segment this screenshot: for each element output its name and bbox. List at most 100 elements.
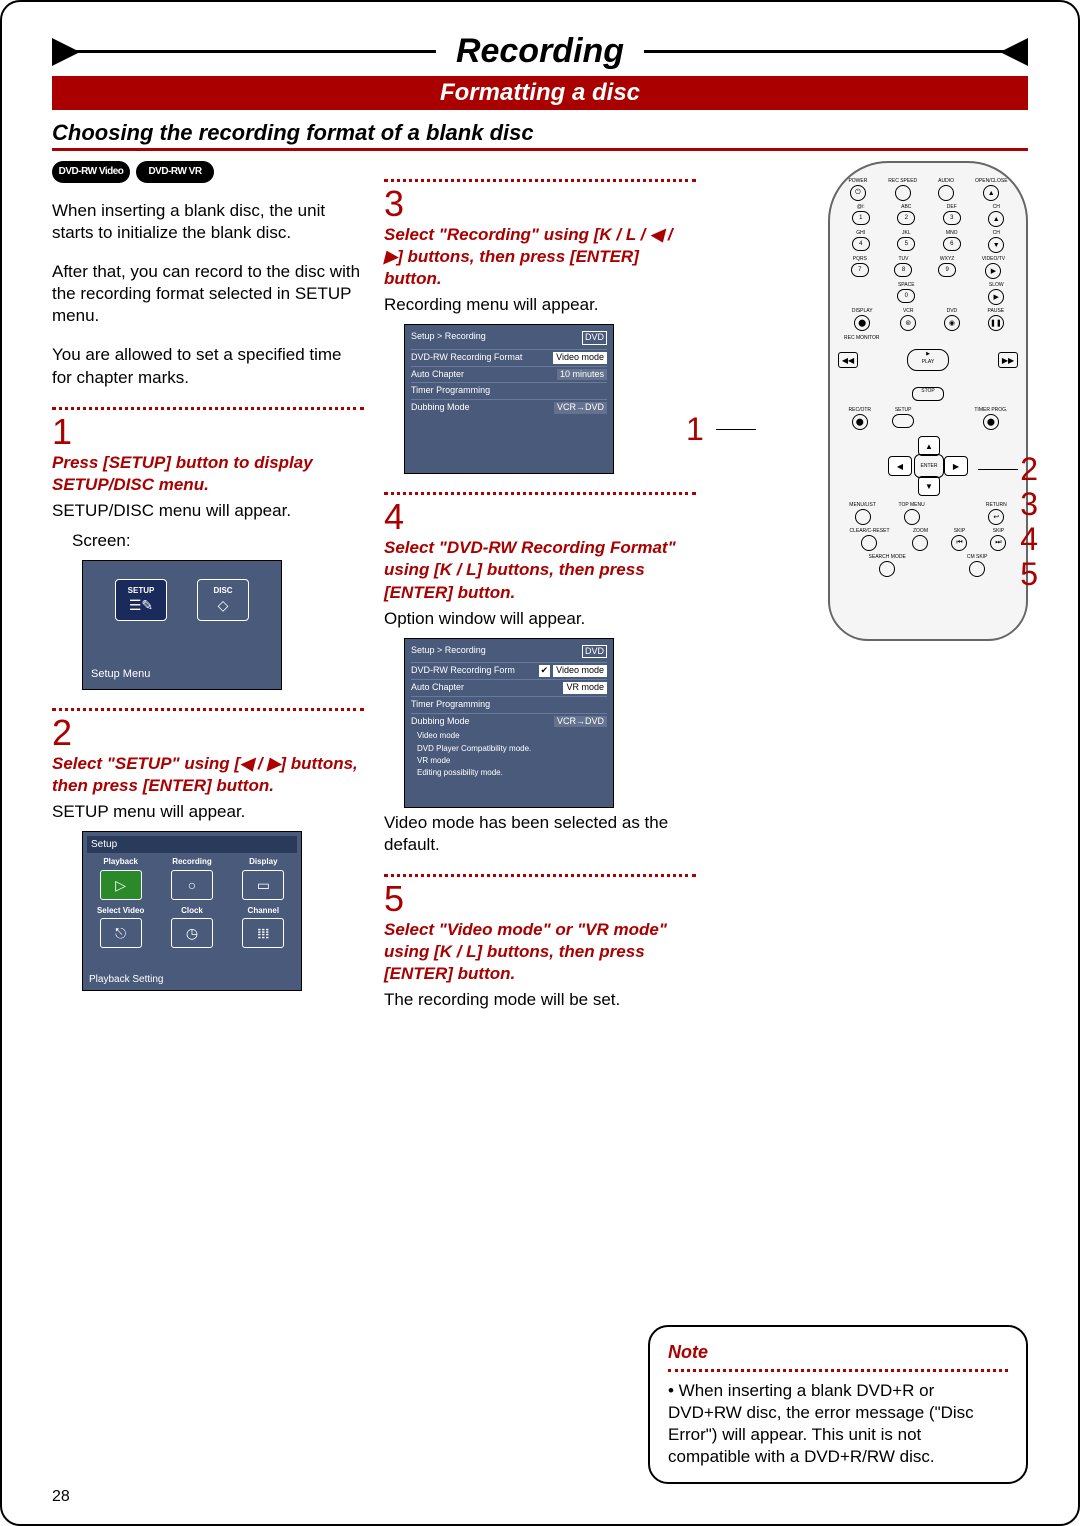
page-title: Recording bbox=[436, 32, 644, 71]
intro-p1: When inserting a blank disc, the unit st… bbox=[52, 200, 364, 244]
audio-button[interactable]: AUDIO bbox=[938, 178, 954, 201]
dvd-button[interactable]: DVD◉ bbox=[944, 308, 960, 331]
cell-select-video: Select Video bbox=[87, 906, 154, 916]
disc-icon: DISC ◇ bbox=[197, 579, 249, 621]
rec2-hdr: Setup > Recording bbox=[411, 645, 486, 659]
step-4-number: 4 bbox=[384, 499, 696, 535]
dpad-down[interactable]: ▼ bbox=[918, 476, 940, 496]
search-mode-button[interactable]: SEARCH MODE bbox=[869, 554, 906, 577]
slow-button[interactable]: SLOW▶ bbox=[988, 282, 1004, 305]
dotted-rule bbox=[668, 1369, 1008, 1372]
dpad-right[interactable]: ▶ bbox=[944, 456, 968, 476]
top-menu-button[interactable]: TOP MENU bbox=[899, 502, 925, 525]
display-button[interactable]: DISPLAY⬤ bbox=[852, 308, 873, 331]
dotted-rule bbox=[384, 492, 696, 495]
step-2-head: Select "SETUP" using [◀ / ▶] buttons, th… bbox=[52, 753, 364, 797]
dpad: ▲ ▼ ◀ ▶ ENTER bbox=[888, 436, 968, 496]
screenshot-setup-menu: Setup Playback▷ Recording○ Display▭ Sele… bbox=[82, 831, 302, 991]
intro-p2: After that, you can record to the disc w… bbox=[52, 261, 364, 327]
note-heading: Note bbox=[668, 1341, 1008, 1364]
callout-3: 3 bbox=[1020, 486, 1038, 523]
ff-button[interactable]: ▶▶ bbox=[998, 352, 1018, 368]
cell-recording: Recording bbox=[158, 857, 225, 867]
dpad-up[interactable]: ▲ bbox=[918, 436, 940, 456]
step-5-head: Select "Video mode" or "VR mode" using [… bbox=[384, 919, 696, 985]
page-number: 28 bbox=[52, 1488, 70, 1506]
timer-prog-button[interactable]: TIMER PROG.⬤ bbox=[974, 407, 1007, 430]
rec-hdr: Setup > Recording bbox=[411, 331, 486, 345]
key-1[interactable]: @/:1 bbox=[852, 204, 870, 227]
section-heading: Choosing the recording format of a blank… bbox=[52, 120, 1028, 151]
subtitle-bar: Formatting a disc bbox=[52, 76, 1028, 110]
cell-playback: Playback bbox=[87, 857, 154, 867]
arrow-right-icon bbox=[1000, 38, 1028, 66]
dotted-rule bbox=[384, 179, 696, 182]
dvd-rw-vr-badge: DVD-RW VR bbox=[136, 161, 214, 183]
key-6[interactable]: MNO6 bbox=[943, 230, 961, 253]
screenshot-recording-option: Setup > RecordingDVD DVD-RW Recording Fo… bbox=[404, 638, 614, 808]
step-4-body2: Video mode has been selected as the defa… bbox=[384, 812, 696, 856]
step-3-number: 3 bbox=[384, 186, 696, 222]
rec2-tag: DVD bbox=[582, 645, 607, 659]
screenshot-1-caption: Setup Menu bbox=[91, 667, 150, 681]
cm-skip-button[interactable]: CM SKIP bbox=[967, 554, 988, 577]
pause-button[interactable]: PAUSE❚❚ bbox=[988, 308, 1005, 331]
column-2: 3 Select "Recording" using [K / L / ◀ / … bbox=[384, 161, 696, 1019]
cell-channel: Channel bbox=[230, 906, 297, 916]
dotted-rule bbox=[52, 407, 364, 410]
dotted-rule bbox=[52, 708, 364, 711]
play-button[interactable]: ▶PLAY bbox=[907, 349, 949, 371]
step-2-number: 2 bbox=[52, 715, 364, 751]
menu-list-button[interactable]: MENU/LIST bbox=[849, 502, 876, 525]
return-button[interactable]: RETURN↩ bbox=[986, 502, 1007, 525]
setup-menu-header: Setup bbox=[87, 836, 297, 853]
video-tv-button[interactable]: VIDEO/TV▶ bbox=[982, 256, 1005, 279]
zoom-button[interactable]: ZOOM bbox=[912, 528, 928, 551]
clear-button[interactable]: CLEAR/C-RESET bbox=[849, 528, 889, 551]
step-5-number: 5 bbox=[384, 881, 696, 917]
key-5[interactable]: JKL5 bbox=[897, 230, 915, 253]
open-close-button[interactable]: OPEN/CLOSE▲ bbox=[975, 178, 1008, 201]
key-2[interactable]: ABC2 bbox=[897, 204, 915, 227]
screenshot-setup-disc: SETUP ☰✎ DISC ◇ Setup Menu bbox=[82, 560, 282, 690]
key-0[interactable]: SPACE0 bbox=[897, 282, 915, 305]
step-3-body: Recording menu will appear. bbox=[384, 294, 696, 316]
key-3[interactable]: DEF3 bbox=[943, 204, 961, 227]
rec-otr-button[interactable]: REC/OTR⬤ bbox=[849, 407, 872, 430]
setup-icon-label: SETUP bbox=[128, 586, 155, 596]
rec-monitor-label: REC MONITOR bbox=[844, 335, 1018, 341]
step-1-number: 1 bbox=[52, 414, 364, 450]
rec-speed-button[interactable]: REC SPEED bbox=[888, 178, 917, 201]
ch-up-button[interactable]: CH▲ bbox=[988, 204, 1004, 227]
vcr-button[interactable]: VCR⊚ bbox=[900, 308, 916, 331]
step-3-head: Select "Recording" using [K / L / ◀ / ▶]… bbox=[384, 224, 696, 290]
callout-2: 2 bbox=[1020, 451, 1038, 488]
key-9[interactable]: WXYZ9 bbox=[938, 256, 956, 279]
step-4-body: Option window will appear. bbox=[384, 608, 696, 630]
rew-button[interactable]: ◀◀ bbox=[838, 352, 858, 368]
note-text: • When inserting a blank DVD+R or DVD+RW… bbox=[668, 1380, 1008, 1468]
key-7[interactable]: PQRS7 bbox=[851, 256, 869, 279]
step-5-body: The recording mode will be set. bbox=[384, 989, 696, 1011]
enter-button[interactable]: ENTER bbox=[914, 454, 944, 478]
dvd-rw-video-badge: DVD-RW Video bbox=[52, 161, 130, 183]
power-button[interactable]: POWER⏻ bbox=[848, 178, 867, 201]
column-3: POWER⏻ REC SPEED AUDIO OPEN/CLOSE▲ @/:1 … bbox=[716, 161, 1028, 1019]
step-1-body: SETUP/DISC menu will appear. bbox=[52, 500, 364, 522]
skip-back-button[interactable]: SKIP⏮ bbox=[951, 528, 967, 551]
key-8[interactable]: TUV8 bbox=[894, 256, 912, 279]
dpad-left[interactable]: ◀ bbox=[888, 456, 912, 476]
setup-icon: SETUP ☰✎ bbox=[115, 579, 167, 621]
cell-clock: Clock bbox=[158, 906, 225, 916]
key-4[interactable]: GHI4 bbox=[852, 230, 870, 253]
cell-display: Display bbox=[230, 857, 297, 867]
remote-control-diagram: POWER⏻ REC SPEED AUDIO OPEN/CLOSE▲ @/:1 … bbox=[828, 161, 1028, 641]
callout-4: 4 bbox=[1020, 521, 1038, 558]
step-4-head: Select "DVD-RW Recording Format" using [… bbox=[384, 537, 696, 603]
skip-fwd-button[interactable]: SKIP⏭ bbox=[990, 528, 1006, 551]
column-1: DVD-RW Video DVD-RW VR When inserting a … bbox=[52, 161, 364, 1019]
setup-button[interactable]: SETUP bbox=[892, 407, 914, 430]
stop-button[interactable]: STOP bbox=[912, 387, 944, 401]
ch-down-button[interactable]: CH▼ bbox=[988, 230, 1004, 253]
step-1-body2: Screen: bbox=[72, 530, 364, 552]
